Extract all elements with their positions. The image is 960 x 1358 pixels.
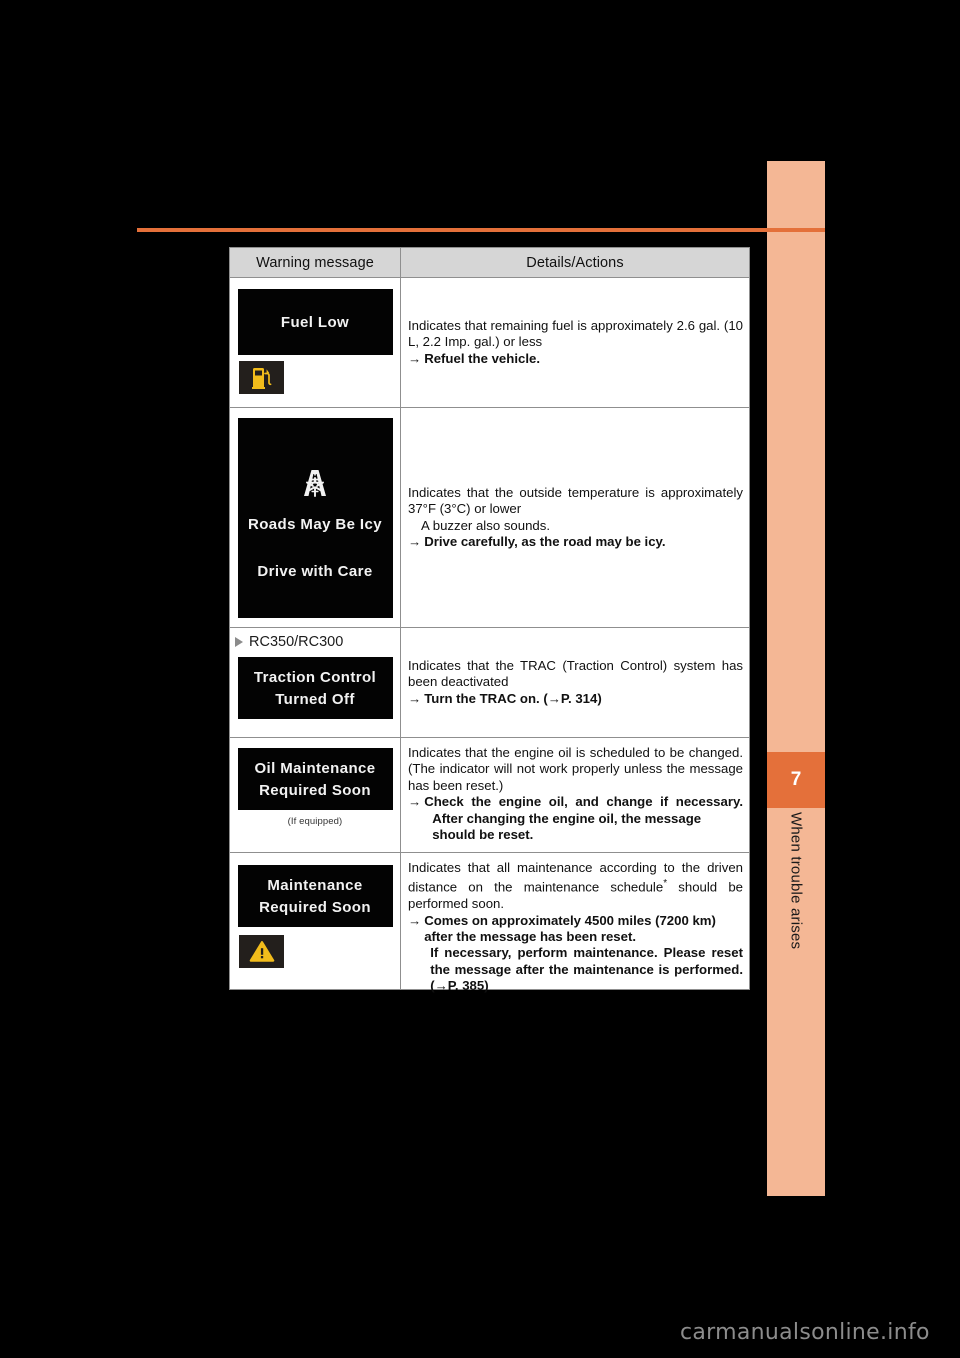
header-rule xyxy=(137,228,825,232)
action-line: → Drive carefully, as the road may be ic… xyxy=(408,534,743,550)
table-row: Oil Maintenance Required Soon (If equipp… xyxy=(230,738,749,853)
icy-road-icon xyxy=(297,466,333,504)
table-header-row: Warning message Details/Actions xyxy=(230,248,749,278)
mid-display-roads-may-be-icy: Roads May Be Icy Drive with Care xyxy=(237,417,393,618)
if-equipped-caption: (If equipped) xyxy=(287,816,343,827)
action-line: → Check the engine oil, and change if ne… xyxy=(408,794,743,843)
details-note: A buzzer also sounds. xyxy=(421,517,551,533)
action-text-continued: If necessary, perform maintenance. Pleas… xyxy=(430,945,743,977)
arrow-icon: → xyxy=(408,912,422,928)
details-body: Indicates that all maintenance according… xyxy=(408,860,743,913)
details-body: Indicates that the outside temperature i… xyxy=(408,484,743,517)
fuel-pump-icon-tile xyxy=(239,361,284,394)
mid-text-line: Oil Maintenance xyxy=(254,759,376,777)
triangle-marker-icon xyxy=(235,637,243,647)
action-line: → Refuel the vehicle. xyxy=(408,351,743,367)
cell-warning-message: Roads May Be Icy Drive with Care xyxy=(230,408,401,627)
cell-warning-message: Fuel Low xyxy=(230,278,401,407)
cell-details-actions: Indicates that the outside temperature i… xyxy=(401,408,749,627)
action-text: Turn the TRAC on. (→P. 314) xyxy=(424,690,602,706)
cell-warning-message: Oil Maintenance Required Soon (If equipp… xyxy=(230,738,401,852)
action-page-reference: (→P. 385) xyxy=(430,978,489,994)
action-line: → Comes on approximately 4500 miles (720… xyxy=(408,913,743,995)
mid-text-line: Roads May Be Icy xyxy=(248,515,382,533)
action-line: → Turn the TRAC on. (→P. 314) xyxy=(408,691,743,707)
action-text: Comes on approximately 4500 miles (7200 … xyxy=(424,912,716,945)
chapter-label: When trouble arises xyxy=(767,812,825,1012)
cell-details-actions: Indicates that the engine oil is schedul… xyxy=(401,738,749,852)
model-applicability-tag: RC350/RC300 xyxy=(235,634,343,650)
chapter-tab-strip xyxy=(767,161,825,1196)
chapter-number-badge: 7 xyxy=(767,752,825,808)
arrow-icon: → xyxy=(408,533,422,549)
mid-text-line: Fuel Low xyxy=(280,313,350,331)
column-header-details-actions: Details/Actions xyxy=(526,254,624,271)
manual-page: 7 When trouble arises Warning message De… xyxy=(0,0,960,1358)
mid-text-line: Required Soon xyxy=(259,898,371,916)
action-text: Drive carefully, as the road may be icy. xyxy=(424,533,666,549)
mid-display-maintenance: Maintenance Required Soon xyxy=(237,865,393,927)
details-body: Indicates that the TRAC (Traction Contro… xyxy=(408,657,743,690)
mid-text-line: Traction Control xyxy=(253,668,377,686)
arrow-icon: → xyxy=(408,350,422,366)
warning-triangle-icon-tile xyxy=(239,935,284,968)
arrow-icon: → xyxy=(408,690,422,706)
mid-display-traction-control: Traction Control Turned Off xyxy=(237,657,393,719)
cell-warning-message: Maintenance Required Soon xyxy=(230,853,401,989)
table-row: Fuel Low Indicates that remaining fuel i… xyxy=(230,278,749,408)
details-body: Indicates that the engine oil is schedul… xyxy=(408,745,743,793)
column-header-warning-message: Warning message xyxy=(230,248,401,277)
warning-triangle-icon xyxy=(249,941,274,962)
table-row: Maintenance Required Soon Indicates that… xyxy=(230,853,749,993)
fuel-pump-icon xyxy=(251,367,271,389)
mid-text-line: Maintenance xyxy=(267,876,363,894)
mid-text-line: Drive with Care xyxy=(257,562,373,580)
icy-road-icon-svg xyxy=(304,469,326,497)
details-body: Indicates that remaining fuel is approxi… xyxy=(408,317,743,350)
cell-details-actions: Indicates that the TRAC (Traction Contro… xyxy=(401,628,749,737)
model-tag-text: RC350/RC300 xyxy=(249,634,344,650)
table-row: Roads May Be Icy Drive with Care Indicat… xyxy=(230,408,749,628)
cell-details-actions: Indicates that all maintenance according… xyxy=(401,853,749,993)
action-text-continued: After changing the engine oil, the messa… xyxy=(432,810,702,843)
action-text: Check the engine oil, and change if nece… xyxy=(424,794,743,810)
warning-message-table: Warning message Details/Actions Fuel Low xyxy=(229,247,750,993)
chapter-label-text: When trouble arises xyxy=(787,812,805,950)
site-watermark: carmanualsonline.info xyxy=(680,1320,930,1345)
cell-details-actions: Indicates that remaining fuel is approxi… xyxy=(401,278,749,407)
arrow-icon: → xyxy=(408,794,422,810)
mid-display-oil-maintenance: Oil Maintenance Required Soon xyxy=(237,748,393,810)
mid-text-line: Turned Off xyxy=(275,690,355,708)
mid-text-line: Required Soon xyxy=(259,781,371,799)
table-row: RC350/RC300 Traction Control Turned Off … xyxy=(230,628,749,738)
cell-warning-message: RC350/RC300 Traction Control Turned Off xyxy=(230,628,401,737)
mid-display-fuel-low: Fuel Low xyxy=(237,289,393,355)
action-text: Refuel the vehicle. xyxy=(424,350,540,366)
